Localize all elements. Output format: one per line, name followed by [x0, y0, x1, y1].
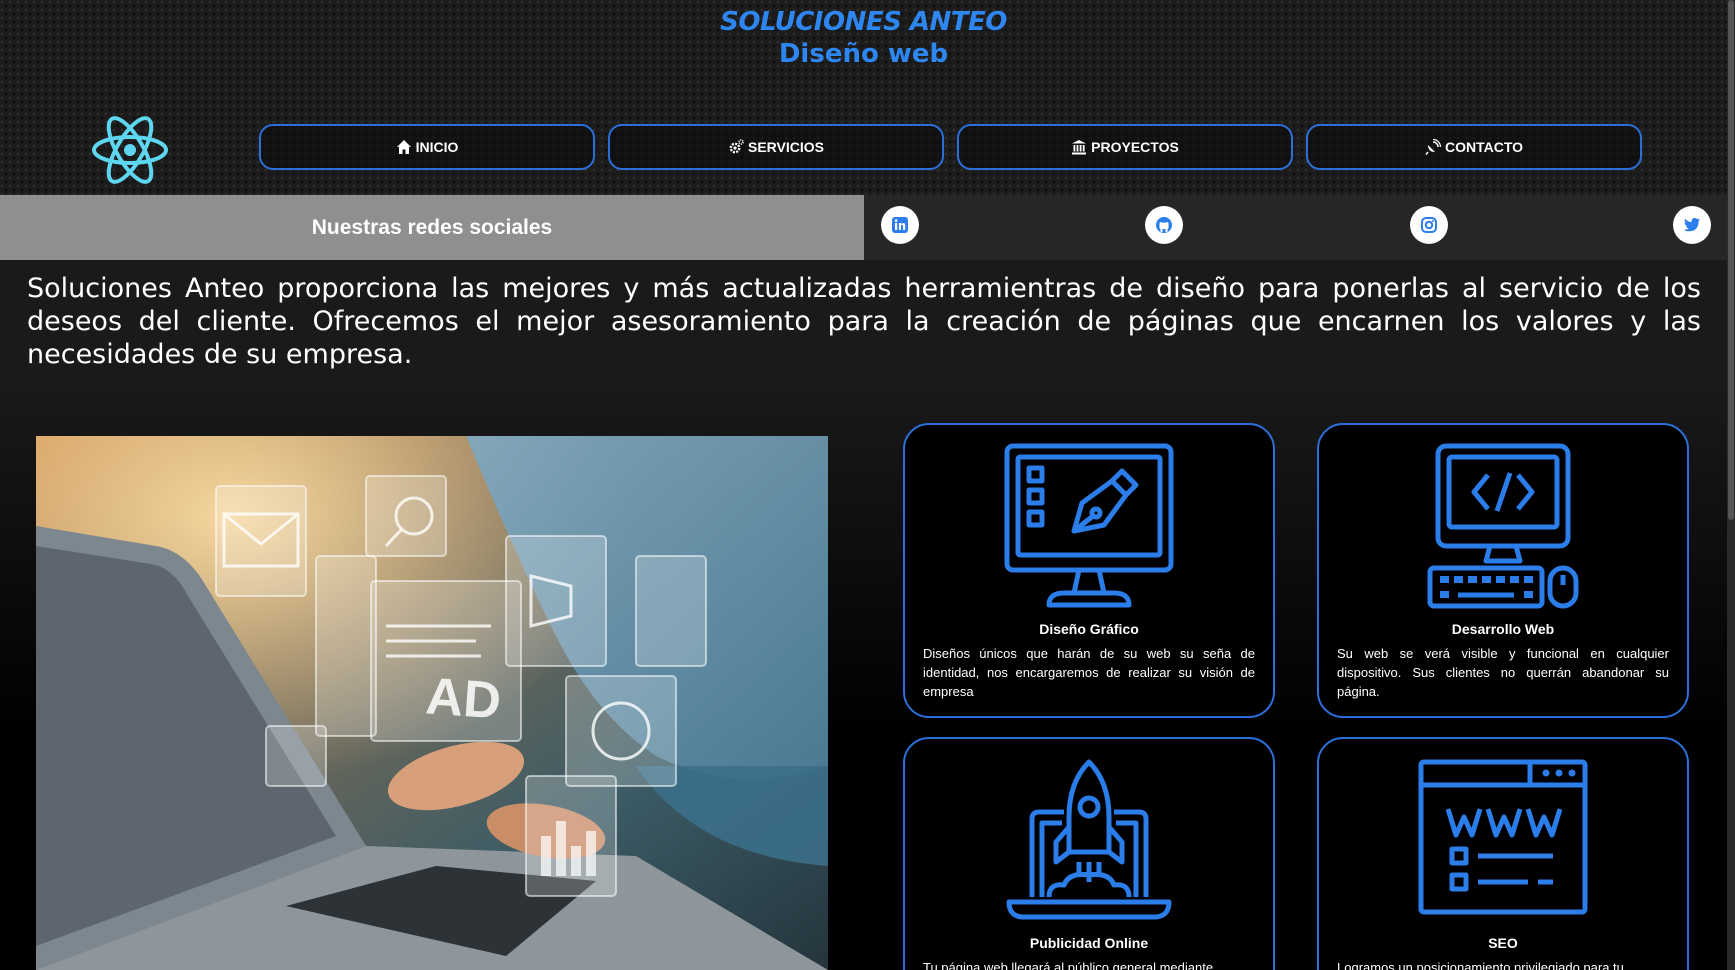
hero-ad-text: AD — [424, 667, 503, 730]
react-atom-icon[interactable] — [90, 112, 170, 188]
brand-title: SOLUCIONES ANTEO — [720, 7, 1007, 37]
brand-subtitle: Diseño web — [778, 39, 949, 69]
nav-inicio-button[interactable]: INICIO — [259, 124, 595, 170]
scrollbar-thumb[interactable] — [1728, 0, 1734, 520]
satellite-dish-icon — [1425, 139, 1441, 155]
bank-icon — [1072, 140, 1087, 155]
service-card-seo[interactable]: SEO Logramos un posicionamiento privileg… — [1317, 737, 1689, 970]
nav-inicio-label: INICIO — [415, 139, 459, 155]
instagram-icon[interactable] — [1410, 206, 1448, 244]
brand: SOLUCIONES ANTEO Diseño web — [0, 6, 1727, 70]
service-title: Diseño Gráfico — [1039, 621, 1139, 637]
nav-proyectos-label: PROYECTOS — [1091, 139, 1179, 155]
service-title: SEO — [1488, 935, 1518, 951]
service-card-publicidad-online[interactable]: Publicidad Online Tu página web llegará … — [903, 737, 1275, 970]
service-title: Desarrollo Web — [1451, 621, 1555, 637]
www-browser-icon — [1418, 759, 1588, 915]
service-description: Su web se verá visible y funcional en cu… — [1337, 646, 1669, 699]
nav-contacto-label: CONTACTO — [1444, 139, 1524, 155]
home-icon — [396, 140, 411, 154]
rocket-laptop-icon — [1006, 759, 1172, 920]
nav-contacto-button[interactable]: CONTACTO — [1306, 124, 1642, 170]
service-description: Tu página web llegará al público general… — [923, 960, 1214, 970]
page-scrollbar[interactable] — [1727, 0, 1735, 970]
linkedin-icon[interactable] — [881, 206, 919, 244]
service-description: Diseños únicos que harán de su web su se… — [923, 646, 1255, 699]
nav-servicios-button[interactable]: SERVICIOS — [608, 124, 944, 170]
github-icon[interactable] — [1145, 206, 1183, 244]
social-bar: Nuestras redes sociales — [0, 195, 1727, 260]
site-header: SOLUCIONES ANTEO Diseño web INICIO SERVI… — [0, 0, 1727, 195]
main-nav: INICIO SERVICIOS PROYECTOS CONTACTO — [259, 124, 1643, 170]
nav-servicios-label: SERVICIOS — [748, 139, 824, 155]
nav-proyectos-button[interactable]: PROYECTOS — [957, 124, 1293, 170]
twitter-icon[interactable] — [1673, 206, 1711, 244]
graphic-design-monitor-icon — [1004, 443, 1174, 608]
service-card-desarrollo-web[interactable]: Desarrollo Web Su web se verá visible y … — [1317, 423, 1689, 718]
service-card-diseno-grafico[interactable]: Diseño Gráfico Diseños únicos que harán … — [903, 423, 1275, 718]
hero-image: AD — [36, 436, 828, 970]
service-title: Publicidad Online — [1029, 935, 1149, 951]
intro-text: Soluciones Anteo proporciona las mejores… — [27, 273, 1701, 370]
service-description: Logramos un posicionamiento privilegiado… — [1337, 960, 1624, 970]
social-title: Nuestras redes sociales — [0, 195, 864, 260]
code-computer-icon — [1427, 443, 1579, 609]
gears-icon — [729, 139, 744, 154]
